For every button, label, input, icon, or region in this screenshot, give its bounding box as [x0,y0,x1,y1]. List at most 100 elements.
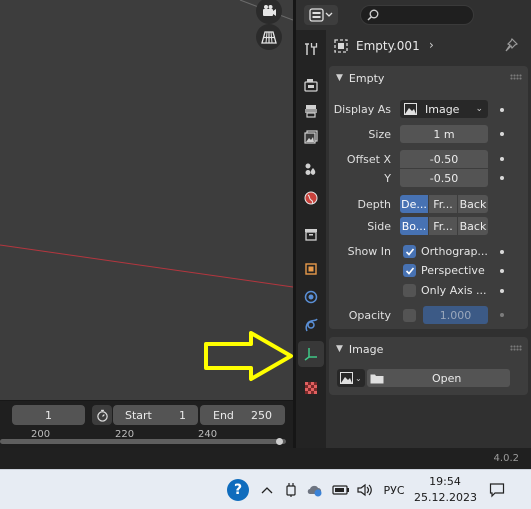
empty-panel-title: Empty [348,71,385,85]
world-icon [304,191,318,205]
side-both-option[interactable]: Bo... [400,217,429,235]
tab-scene[interactable] [298,156,324,182]
properties-editor: Empty.001 › ▼ Empty Display As Image ⌄ S… [296,0,531,448]
start-frame-field[interactable]: Start 1 [113,405,198,425]
keyframe-dot[interactable] [500,157,504,161]
breadcrumb: Empty.001 › [326,30,531,62]
pin-icon [505,37,519,52]
empty-data-icon [304,348,317,361]
chevron-down-icon: ⌄ [475,104,483,114]
properties-tabs [296,30,326,448]
notification-icon [489,483,505,498]
annotation-arrow [204,331,293,381]
taskbar: ? РУС 19:54 25.12.2023 [0,469,531,509]
image-panel-header[interactable]: ▼ Image [329,337,528,361]
tab-collection[interactable] [298,221,324,247]
drag-handle-icon[interactable] [510,74,522,80]
tab-constraints[interactable] [298,312,324,338]
depth-default-option[interactable]: De... [400,195,429,213]
properties-header [296,0,531,30]
chevron-down-icon: ▼ [336,73,343,83]
folder-icon [370,374,384,383]
only-axis-aligned-label: Only Axis ... [421,284,487,297]
tab-object-data[interactable] [298,341,324,367]
display-as-dropdown[interactable]: Image ⌄ [400,100,488,118]
tab-texture[interactable] [298,375,324,401]
perspective-checkbox[interactable] [403,264,416,277]
show-in-label: Show In [347,245,391,258]
keyframe-dot[interactable] [500,313,504,317]
current-frame-field[interactable]: 1 [12,405,85,425]
tab-object[interactable] [298,256,324,282]
empty-panel-header[interactable]: ▼ Empty [329,66,528,90]
display-as-value: Image [425,102,460,116]
tray-cloud-icon[interactable] [304,480,326,500]
help-icon: ? [233,482,243,498]
ortho-toggle-button[interactable] [256,24,282,50]
keyframe-dot[interactable] [500,176,504,180]
pin-button[interactable] [504,37,520,54]
input-language-button[interactable]: РУС [378,480,410,500]
object-name: Empty.001 [356,39,420,53]
keyframe-dot[interactable] [500,250,504,254]
depth-back-option[interactable]: Back [458,195,488,213]
timeline-scroll-handle[interactable] [276,438,283,445]
help-button[interactable]: ? [227,479,249,501]
orthographic-label: Orthograp... [421,245,488,258]
use-alpha-checkbox[interactable] [403,309,416,322]
tray-volume-icon[interactable] [354,480,376,500]
timeline[interactable]: 1 Start 1 End 250 200 220 240 [0,400,293,448]
orthographic-checkbox[interactable] [403,245,416,258]
drag-handle-icon[interactable] [510,345,522,351]
side-back-option[interactable]: Back [458,217,488,235]
notifications-button[interactable] [486,479,508,501]
stopwatch-icon [96,409,108,422]
object-icon [305,263,317,275]
preview-range-button[interactable] [92,405,112,425]
show-hidden-icons-button[interactable] [258,480,276,500]
size-label: Size [368,128,391,141]
depth-label: Depth [357,198,391,211]
editor-type-button[interactable] [304,5,338,25]
properties-content: Empty.001 › ▼ Empty Display As Image ⌄ S… [326,30,531,448]
side-label: Side [367,220,391,233]
offset-y-field[interactable]: -0.50 [400,169,488,187]
image-icon [340,372,353,384]
display-as-label: Display As [333,103,391,116]
tab-view-layer[interactable] [298,124,324,150]
opacity-field[interactable]: 1.000 [423,306,488,324]
opacity-label: Opacity [348,309,391,322]
keyframe-dot[interactable] [500,289,504,293]
only-axis-aligned-checkbox[interactable] [403,284,416,297]
size-field[interactable]: 1 m [400,125,488,143]
physics-icon [304,290,318,304]
tray-battery-icon[interactable] [330,480,352,500]
keyframe-dot[interactable] [500,108,504,112]
end-frame-field[interactable]: End 250 [200,405,285,425]
tray-device-icon[interactable] [282,480,300,500]
keyframe-dot[interactable] [500,132,504,136]
image-panel: ▼ Image ⌄ Open [329,337,528,395]
tab-output[interactable] [298,98,324,124]
tab-world[interactable] [298,185,324,211]
side-front-option[interactable]: Fr... [429,217,458,235]
empty-object-icon [334,39,348,53]
version-label: 4.0.2 [493,453,519,464]
offset-x-field[interactable]: -0.50 [400,150,488,168]
tab-render[interactable] [298,72,324,98]
search-input[interactable] [360,5,474,25]
timeline-scrollbar[interactable] [0,439,286,444]
image-browse-button[interactable]: ⌄ [337,369,365,387]
offset-y-label: Y [384,172,391,185]
open-label: Open [432,371,462,385]
constraints-icon [305,318,318,332]
open-image-button[interactable]: Open [367,369,510,387]
clock[interactable]: 19:54 25.12.2023 [414,474,477,506]
tab-physics[interactable] [298,284,324,310]
check-icon [405,247,414,256]
camera-icon [263,5,276,16]
tab-tool[interactable] [298,36,324,62]
check-icon [405,266,414,275]
depth-front-option[interactable]: Fr... [429,195,458,213]
keyframe-dot[interactable] [500,269,504,273]
